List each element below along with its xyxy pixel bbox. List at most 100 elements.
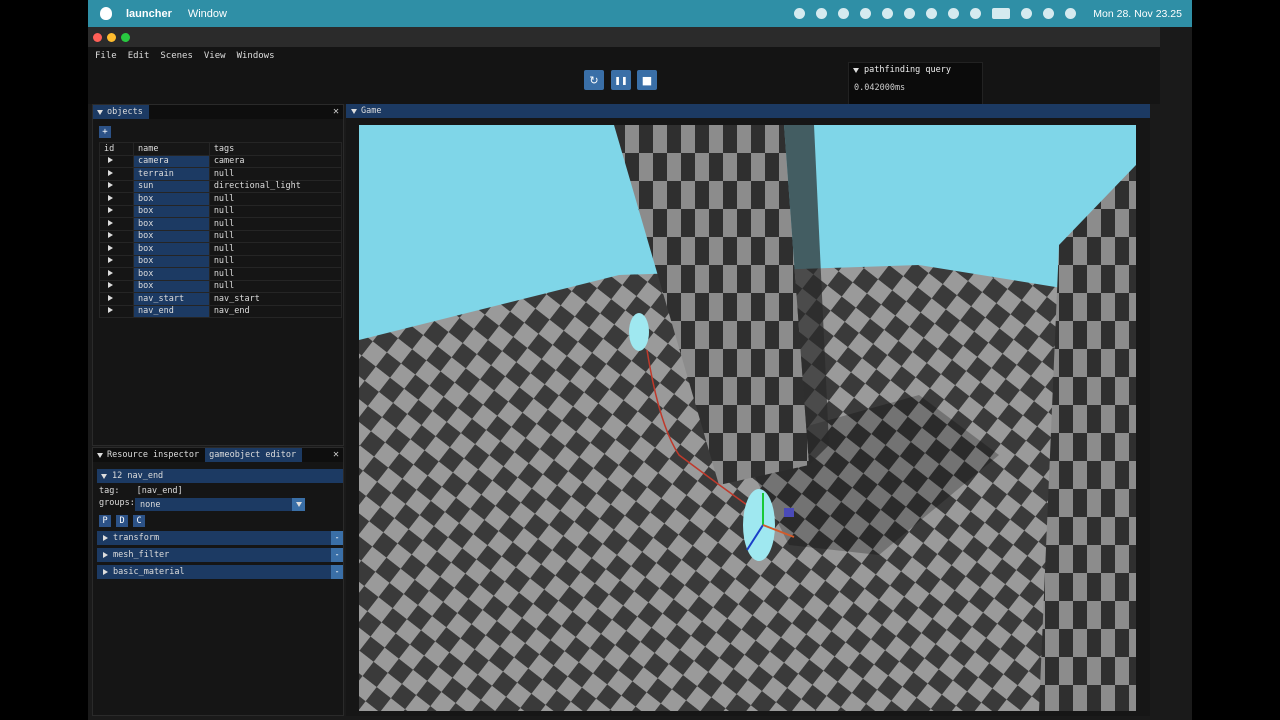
apple-menu-icon[interactable]: [100, 7, 112, 20]
collapse-icon[interactable]: [101, 473, 107, 479]
control-center-icon[interactable]: [1065, 8, 1077, 19]
pause-button[interactable]: ❚❚: [611, 70, 631, 90]
p-button[interactable]: P: [99, 515, 111, 527]
table-row[interactable]: box null: [99, 229, 343, 243]
expand-icon[interactable]: [103, 569, 108, 575]
expand-icon[interactable]: [108, 244, 113, 251]
table-row[interactable]: box null: [99, 192, 343, 206]
table-row[interactable]: box null: [99, 217, 343, 231]
object-name[interactable]: terrain: [133, 167, 210, 181]
table-row[interactable]: camera camera: [99, 154, 343, 168]
object-name[interactable]: box: [133, 242, 210, 256]
expand-icon[interactable]: [108, 169, 113, 176]
battery-icon[interactable]: [992, 8, 1011, 19]
menubar-clock[interactable]: Mon 28. Nov 23.25: [1093, 8, 1182, 20]
expand-icon[interactable]: [108, 182, 113, 189]
expand-icon[interactable]: [108, 232, 113, 239]
row-expand-cell[interactable]: [99, 242, 134, 256]
tab-gameobject-editor[interactable]: gameobject editor: [205, 448, 303, 462]
tab-resource-inspector[interactable]: Resource inspector: [93, 448, 205, 462]
object-name[interactable]: box: [133, 217, 210, 231]
menu-view[interactable]: View: [204, 51, 226, 61]
close-panel-icon[interactable]: ✕: [333, 106, 339, 117]
row-expand-cell[interactable]: [99, 179, 134, 193]
menu-edit[interactable]: Edit: [128, 51, 150, 61]
table-row[interactable]: box null: [99, 204, 343, 218]
menu-file[interactable]: File: [95, 51, 117, 61]
remove-component-button[interactable]: -: [331, 565, 343, 579]
column-header-id[interactable]: id: [99, 142, 134, 156]
remove-component-button[interactable]: -: [331, 531, 343, 545]
column-header-tags[interactable]: tags: [208, 142, 343, 156]
remove-component-button[interactable]: -: [331, 548, 343, 562]
wifi-icon[interactable]: [1021, 8, 1033, 19]
table-row[interactable]: terrain null: [99, 167, 343, 181]
object-name[interactable]: box: [133, 254, 210, 268]
table-row[interactable]: box null: [99, 242, 343, 256]
expand-icon[interactable]: [108, 294, 113, 301]
component-transform[interactable]: transform -: [97, 531, 343, 545]
groups-select[interactable]: none: [135, 498, 305, 511]
row-expand-cell[interactable]: [99, 254, 134, 268]
tab-objects[interactable]: objects: [93, 105, 149, 119]
window-titlebar[interactable]: [88, 27, 1160, 47]
tab-game[interactable]: Game: [346, 104, 1150, 118]
info-status-icon[interactable]: [816, 8, 828, 19]
collapse-icon[interactable]: [853, 67, 859, 73]
expand-icon[interactable]: [108, 157, 113, 164]
row-expand-cell[interactable]: [99, 167, 134, 181]
gear-status-icon[interactable]: [882, 8, 894, 19]
expand-icon[interactable]: [108, 207, 113, 214]
table-row[interactable]: box null: [99, 279, 343, 293]
close-panel-icon[interactable]: ✕: [333, 449, 339, 460]
airdrop-status-icon[interactable]: [948, 8, 960, 19]
car-status-icon[interactable]: [970, 8, 982, 19]
row-expand-cell[interactable]: [99, 292, 134, 306]
expand-icon[interactable]: [108, 194, 113, 201]
table-row[interactable]: nav_start nav_start: [99, 292, 343, 306]
object-name[interactable]: sun: [133, 179, 210, 193]
calendar-status-icon[interactable]: [904, 8, 916, 19]
menu-windows[interactable]: Windows: [237, 51, 275, 61]
expand-icon[interactable]: [108, 307, 113, 314]
gameobject-header[interactable]: 12 nav_end: [97, 469, 343, 483]
object-name[interactable]: nav_end: [133, 304, 210, 318]
game-viewport[interactable]: [359, 125, 1136, 711]
object-name[interactable]: nav_start: [133, 292, 210, 306]
collapse-icon[interactable]: [351, 108, 357, 114]
object-name[interactable]: box: [133, 192, 210, 206]
table-row[interactable]: sun directional_light: [99, 179, 343, 193]
column-header-name[interactable]: name: [133, 142, 210, 156]
expand-icon[interactable]: [108, 269, 113, 276]
zoom-window-icon[interactable]: [121, 33, 130, 42]
row-expand-cell[interactable]: [99, 304, 134, 318]
row-expand-cell[interactable]: [99, 192, 134, 206]
row-expand-cell[interactable]: [99, 217, 134, 231]
row-expand-cell[interactable]: [99, 154, 134, 168]
chevron-down-icon[interactable]: [292, 498, 305, 511]
expand-icon[interactable]: [108, 257, 113, 264]
close-window-icon[interactable]: [93, 33, 102, 42]
menubar-app-name[interactable]: launcher: [126, 8, 172, 20]
d-button[interactable]: D: [116, 515, 128, 527]
table-row[interactable]: nav_end nav_end: [99, 304, 343, 318]
search-icon[interactable]: [1043, 8, 1055, 19]
component-mesh-filter[interactable]: mesh_filter -: [97, 548, 343, 562]
expand-icon[interactable]: [103, 535, 108, 541]
record-status-icon[interactable]: [794, 8, 806, 19]
object-name[interactable]: box: [133, 204, 210, 218]
menu-scenes[interactable]: Scenes: [160, 51, 193, 61]
docker-status-icon[interactable]: [838, 8, 850, 19]
menubar-item-window[interactable]: Window: [188, 8, 227, 20]
table-row[interactable]: box null: [99, 267, 343, 281]
telegram-status-icon[interactable]: [926, 8, 938, 19]
object-name[interactable]: box: [133, 267, 210, 281]
row-expand-cell[interactable]: [99, 229, 134, 243]
row-expand-cell[interactable]: [99, 279, 134, 293]
c-button[interactable]: C: [133, 515, 145, 527]
object-name[interactable]: box: [133, 229, 210, 243]
row-expand-cell[interactable]: [99, 204, 134, 218]
add-object-button[interactable]: +: [99, 126, 111, 138]
object-name[interactable]: box: [133, 279, 210, 293]
minimize-window-icon[interactable]: [107, 33, 116, 42]
